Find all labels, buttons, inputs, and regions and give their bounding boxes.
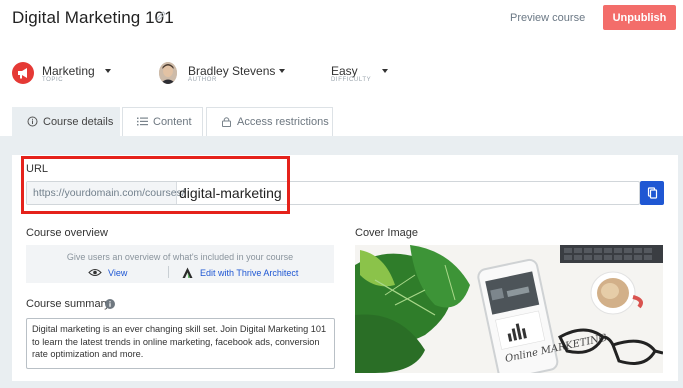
divider: [168, 266, 169, 278]
tab-label: Course details: [43, 116, 114, 128]
url-field: https://yourdomain.com/courses/: [26, 181, 640, 205]
view-label: View: [108, 268, 128, 278]
megaphone-icon: [12, 62, 34, 84]
author-value: Bradley Stevens: [188, 64, 276, 78]
author-label: AUTHOR: [188, 77, 217, 83]
tab-label: Content: [153, 116, 192, 128]
list-icon: [137, 117, 148, 126]
chevron-down-icon: [105, 69, 111, 73]
eye-icon: [88, 269, 102, 276]
url-prefix: https://yourdomain.com/courses/: [27, 182, 185, 204]
overview-hint: Give users an overview of what's include…: [66, 252, 294, 262]
tab-access-restrictions[interactable]: Access restrictions: [206, 107, 333, 136]
topic-value: Marketing: [42, 64, 95, 78]
course-overview-box: Give users an overview of what's include…: [26, 245, 334, 283]
cover-image-label: Cover Image: [355, 227, 418, 239]
unpublish-button[interactable]: Unpublish: [603, 5, 676, 30]
course-meta-bar: Marketing TOPIC Bradley Stevens AUTHOR E…: [0, 62, 683, 88]
tab-course-details[interactable]: Course details: [12, 107, 120, 136]
cover-photo: Online MARKETING: [355, 245, 663, 373]
topic-selector[interactable]: Marketing TOPIC: [0, 62, 120, 88]
copy-url-button[interactable]: [640, 181, 664, 205]
avatar: [159, 62, 177, 84]
difficulty-value: Easy: [331, 64, 358, 78]
author-selector[interactable]: Bradley Stevens AUTHOR: [150, 62, 290, 88]
url-label: URL: [26, 163, 49, 175]
copy-icon: [647, 187, 658, 199]
course-overview-label: Course overview: [26, 227, 108, 239]
topic-label: TOPIC: [42, 77, 64, 83]
lock-icon: [222, 117, 231, 127]
preview-course-link[interactable]: Preview course: [510, 12, 585, 24]
info-icon[interactable]: [105, 299, 115, 309]
url-slug-input[interactable]: [179, 185, 579, 201]
page-header: Digital Marketing 101 Preview course Unp…: [0, 0, 683, 40]
chevron-down-icon: [382, 69, 388, 73]
tab-content[interactable]: Content: [122, 107, 203, 136]
difficulty-selector[interactable]: Easy DIFFICULTY: [331, 62, 401, 88]
cover-image[interactable]: Online MARKETING: [355, 245, 663, 373]
course-summary-label: Course summary: [26, 298, 110, 310]
difficulty-label: DIFFICULTY: [331, 77, 372, 83]
pencil-icon[interactable]: [155, 10, 167, 22]
course-tabs: Course details Content Access restrictio…: [0, 107, 683, 137]
course-summary-textarea[interactable]: Digital marketing is an ever changing sk…: [26, 318, 335, 369]
course-title: Digital Marketing 101: [12, 8, 174, 27]
thrive-architect-icon: [182, 267, 193, 278]
tab-label: Access restrictions: [237, 116, 329, 128]
chevron-down-icon: [279, 69, 285, 73]
edit-label: Edit with Thrive Architect: [200, 268, 299, 278]
info-icon: [27, 116, 38, 127]
